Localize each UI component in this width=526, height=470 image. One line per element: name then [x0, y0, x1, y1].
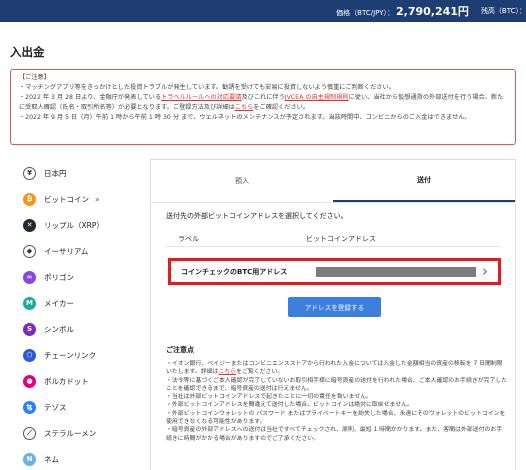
top-status-bar: 価格（BTC/JPY）： 2,790,241円 残高（BTC）：: [0, 0, 526, 22]
currency-sidebar: ¥ 日本円 ₿ ビットコイン » ✕ リップル（XRP） ◆ イーサリアム ∞ ポリゴン M メイカー S…: [10, 160, 146, 470]
note-item: ・外部ビットコインアドレスを間違えて送付した場合、ビットコインは絶対に取戻せませ…: [166, 402, 413, 409]
polygon-icon: ∞: [23, 270, 36, 284]
symbol-icon: S: [23, 322, 36, 336]
chevron-double-right-icon: »: [95, 194, 100, 204]
bitcoin-icon: ₿: [23, 192, 36, 206]
note-item: ・当社は外部ビットコインアドレスで起きたことに一切の責任を負いません。: [166, 394, 372, 401]
sidebar-item-label: テゾス: [44, 402, 67, 412]
note-item: ・暗号資産の外部アドレスへの送付は当社ですべてチェックされ、原則、最短 1 時間…: [166, 427, 503, 442]
ethereum-icon: ◆: [23, 244, 36, 258]
price-display: 価格（BTC/JPY）： 2,790,241円: [336, 3, 469, 19]
sidebar-item-maker[interactable]: M メイカー: [10, 290, 146, 316]
price-value: 2,790,241円: [396, 5, 469, 18]
notice-line-1: ・マッチングアプリ等をきっかけとした投資トラブルが発生しています。勧誘を受けても…: [19, 84, 395, 91]
chevron-right-icon[interactable]: ›: [482, 262, 488, 280]
sidebar-item-label: チェーンリンク: [44, 350, 97, 360]
note-text: をご覧ください。: [236, 369, 284, 376]
jvcea-rule-link[interactable]: JVCEA の自主規制規則: [285, 94, 349, 101]
column-label: ラベル: [178, 235, 199, 243]
sidebar-item-label: ビットコイン: [44, 194, 89, 204]
sidebar-item-chainlink[interactable]: ⬡ チェーンリンク: [10, 342, 146, 368]
sidebar-item-tezos[interactable]: ꜩ テゾス: [10, 394, 146, 420]
note-text: ・イオン銀行、ペイジーまたはコンビニエンスストアから行われた入金については入金し…: [166, 361, 503, 376]
sidebar-item-nem[interactable]: N ネム: [10, 446, 146, 470]
sidebar-item-label: ポリゴン: [44, 272, 74, 282]
details-link[interactable]: こちら: [235, 104, 254, 111]
tab-send[interactable]: 送付: [333, 160, 515, 202]
sidebar-item-symbol[interactable]: S シンボル: [10, 316, 146, 342]
sidebar-item-label: リップル（XRP）: [44, 220, 104, 230]
address-table-header: ラベル ビットコインアドレス: [166, 230, 501, 247]
tab-deposit[interactable]: 預入: [151, 160, 333, 202]
yen-icon: ¥: [23, 166, 36, 180]
note-item: ・イオン銀行、ペイジーまたはコンビニエンスストアから行われた入金については入金し…: [166, 360, 508, 377]
sidebar-item-label: ネム: [44, 454, 59, 464]
panel-tabs: 預入 送付: [151, 160, 515, 203]
transfer-panel: 預入 送付 送付先の外部ビットコインアドレスを選択してください。 ラベル ビット…: [150, 159, 516, 470]
price-label: 価格（BTC/JPY）：: [336, 9, 394, 17]
note-item: ・外部ビットコインウォレットの パスワード またはプライベートキーを紛失した場合…: [166, 410, 506, 426]
send-instruction: 送付先の外部ビットコインアドレスを選択してください。: [166, 212, 348, 220]
address-row[interactable]: コインチェックのBTC用アドレス ›: [168, 258, 501, 285]
address-label: コインチェックのBTC用アドレス: [181, 267, 288, 276]
maker-icon: M: [23, 296, 36, 310]
sidebar-item-label: 日本円: [44, 168, 67, 178]
notice-text: をご確認ください。: [253, 104, 310, 111]
notes-title: ご注意点: [166, 346, 194, 354]
sidebar-item-ethereum[interactable]: ◆ イーサリアム: [10, 238, 146, 264]
nem-icon: N: [23, 452, 36, 466]
sidebar-item-label: メイカー: [44, 298, 74, 308]
polkadot-icon: ●: [23, 374, 36, 388]
sidebar-item-label: ステラルーメン: [44, 428, 97, 438]
sidebar-item-label: ポルカドット: [44, 376, 89, 386]
sidebar-item-bitcoin[interactable]: ₿ ビットコイン »: [10, 186, 146, 212]
sidebar-item-label: イーサリアム: [44, 246, 89, 256]
ripple-icon: ✕: [23, 218, 36, 232]
column-address: ビットコインアドレス: [306, 235, 376, 243]
sidebar-item-polkadot[interactable]: ● ポルカドット: [10, 368, 146, 394]
notice-line-3: ・2022 年 9 月 5 日（月）午前 1 時から午前 1 時 30 分 まで…: [19, 114, 471, 121]
page-title: 入出金: [10, 45, 45, 59]
travel-rule-link[interactable]: トラベルルールへの対応要請: [161, 94, 241, 101]
stellar-icon: ⟋: [23, 426, 36, 440]
notice-title: 【ご注意】: [19, 74, 50, 81]
sidebar-item-label: シンボル: [44, 324, 74, 334]
balance-label: 残高（BTC）：: [480, 7, 526, 15]
sidebar-item-polygon[interactable]: ∞ ポリゴン: [10, 264, 146, 290]
note-item: ・法令等に基づくご本人確認が完了していないお取引相手様に暗号資産の送付を行われた…: [166, 377, 508, 392]
chainlink-icon: ⬡: [23, 348, 36, 362]
notes-section: ご注意点 ・イオン銀行、ペイジーまたはコンビニエンスストアから行われた入金につい…: [166, 345, 508, 443]
sidebar-item-ripple[interactable]: ✕ リップル（XRP）: [10, 212, 146, 238]
notice-box: 【ご注意】 ・マッチングアプリ等をきっかけとした投資トラブルが発生しています。勧…: [10, 69, 516, 145]
notice-line-2: ・2022 年 3 月 28 日より、金融庁が発表しているトラベルルールへの対応…: [19, 93, 507, 113]
sidebar-item-stellar[interactable]: ⟋ ステラルーメン: [10, 420, 146, 446]
register-address-button[interactable]: アドレスを登録する: [288, 297, 381, 317]
note-details-link[interactable]: こちら: [218, 369, 236, 375]
notice-text: ・2022 年 3 月 28 日より、金融庁が発表している: [19, 94, 162, 101]
sidebar-item-yen[interactable]: ¥ 日本円: [10, 160, 146, 186]
tezos-icon: ꜩ: [23, 400, 36, 414]
notice-text: 及びこれに伴う: [241, 94, 285, 101]
masked-address: [316, 267, 476, 277]
